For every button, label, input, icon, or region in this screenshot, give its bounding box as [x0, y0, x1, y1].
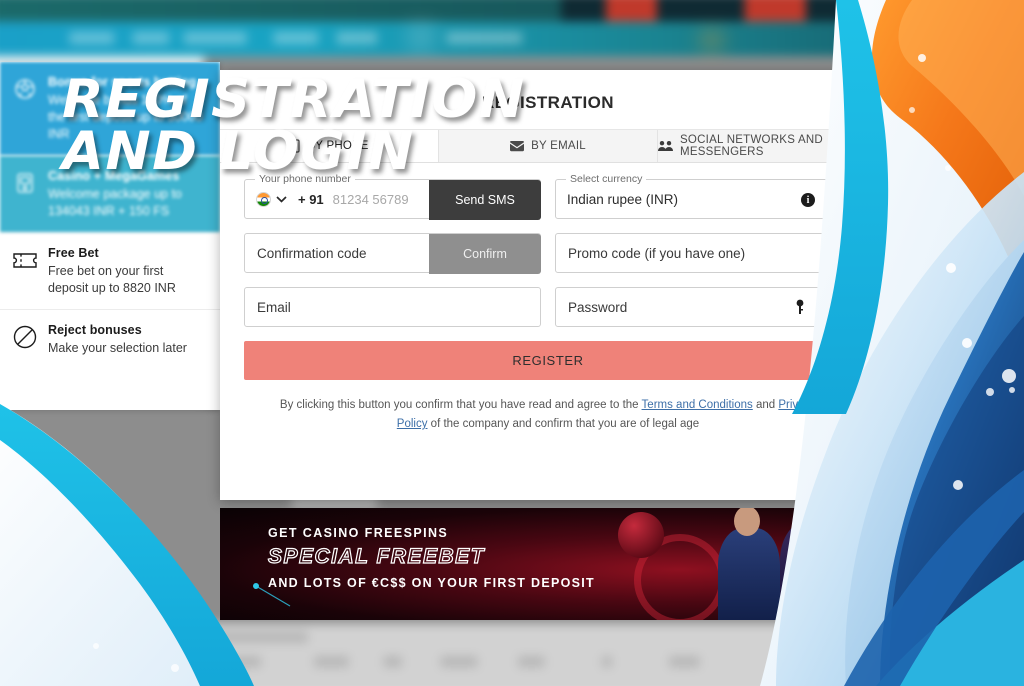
background-nav-item	[69, 31, 115, 45]
email-input[interactable]: Email	[244, 287, 541, 327]
slot-machine-icon	[12, 170, 38, 196]
background-nav-logo	[407, 23, 435, 51]
confirm-button[interactable]: Confirm	[429, 234, 541, 274]
background-table-cell	[905, 666, 967, 678]
background-data-table	[203, 623, 918, 686]
bonus-item-free-bet[interactable]: Free Bet Free bet on your first deposit …	[0, 233, 220, 310]
password-field-wrapper: Password	[555, 287, 852, 327]
background-nav-item	[446, 31, 523, 45]
tab-social-networks-label: SOCIAL NETWORKS AND MESSENGERS	[680, 134, 823, 158]
phone-field-wrapper: Your phone number + 91 81234 56789 Send …	[244, 173, 541, 220]
form-row-confirm-promo: Confirmation code Confirm Promo code (if…	[244, 233, 852, 274]
currency-select[interactable]: Select currency Indian rupee (INR) i	[555, 173, 852, 220]
overlay-headline-line-1: REGISTRATION	[62, 69, 526, 130]
confirmation-code-input[interactable]: Confirmation code Confirm	[244, 233, 541, 274]
email-field-wrapper: Email	[244, 287, 541, 327]
bonus-item-subtitle: Welcome package up to 134043 INR + 150 F…	[48, 187, 182, 218]
register-button[interactable]: REGISTER	[244, 341, 852, 380]
confirmation-field-wrapper: Confirmation code Confirm	[244, 233, 541, 274]
password-field-icons	[795, 288, 839, 328]
india-flag-icon	[256, 191, 271, 207]
promo-banner[interactable]: GET CASINO FREESPINS SPECIAL FREEBET AND…	[220, 508, 876, 620]
bonus-item-title: Free Bet	[48, 246, 99, 260]
overlay-headline: REGISTRATION AND LOGIN	[62, 73, 524, 178]
ticket-icon	[12, 247, 38, 273]
info-icon[interactable]: i	[801, 193, 815, 207]
background-accent-dot	[889, 0, 902, 18]
eye-off-icon[interactable]	[821, 300, 839, 317]
currency-field-legend: Select currency	[566, 173, 647, 185]
terms-text-before: By clicking this button you confirm that…	[279, 399, 642, 411]
terms-text-after: of the company and confirm that you are …	[427, 418, 700, 430]
tab-by-email-label: BY EMAIL	[531, 140, 586, 152]
people-group-icon	[658, 140, 673, 152]
promo-field-wrapper: Promo code (if you have one)	[555, 233, 852, 273]
background-nav-item	[132, 31, 170, 45]
dial-code: + 91	[298, 191, 324, 207]
banner-glow-decor	[253, 583, 291, 607]
promo-code-input[interactable]: Promo code (if you have one)	[555, 233, 852, 273]
promo-code-placeholder: Promo code (if you have one)	[568, 245, 746, 261]
key-icon[interactable]	[795, 299, 805, 318]
tab-social-networks[interactable]: SOCIAL NETWORKS AND MESSENGERS	[658, 130, 876, 162]
background-nav-item	[336, 31, 378, 45]
background-table-cell	[518, 656, 545, 668]
terms-disclaimer: By clicking this button you confirm that…	[244, 380, 852, 434]
bonus-item-subtitle: Free bet on your first deposit up to 882…	[48, 264, 176, 295]
background-accent-dot	[703, 33, 721, 47]
chevron-down-icon	[276, 190, 287, 208]
currency-field-wrapper: Select currency Indian rupee (INR) i	[555, 173, 852, 220]
ban-circle-icon	[12, 324, 38, 350]
phone-number-value: 81234 56789	[332, 191, 409, 207]
password-placeholder: Password	[568, 299, 628, 315]
currency-value: Indian rupee (INR)	[567, 191, 679, 207]
bonus-item-title: Reject bonuses	[48, 323, 142, 337]
country-selector[interactable]: + 91	[245, 190, 324, 208]
bonus-item-reject[interactable]: Reject bonuses Make your selection later	[0, 310, 220, 369]
chevron-down-icon[interactable]	[827, 191, 840, 209]
football-icon	[12, 76, 38, 102]
background-table-cell	[216, 631, 308, 643]
background-nav-item	[183, 31, 247, 45]
form-row-phone-currency: Your phone number + 91 81234 56789 Send …	[244, 173, 852, 220]
bonus-item-subtitle: Make your selection later	[48, 341, 187, 355]
background-table-cell	[383, 656, 402, 668]
overlay-headline-line-2: AND LOGIN	[62, 121, 415, 182]
background-table-cell	[440, 656, 478, 668]
send-sms-button[interactable]: Send SMS	[429, 180, 541, 220]
confirmation-code-placeholder: Confirmation code	[257, 245, 367, 261]
screenshot-root: Bonus for sports betting Welcome bonus 1…	[0, 0, 1024, 686]
background-table-cell	[669, 656, 700, 668]
terms-and-conditions-link[interactable]: Terms and Conditions	[642, 399, 753, 411]
phone-input[interactable]: Your phone number + 91 81234 56789 Send …	[244, 173, 541, 220]
background-nav-item	[273, 31, 319, 45]
registration-form: Your phone number + 91 81234 56789 Send …	[220, 163, 876, 434]
background-table-cell	[314, 656, 349, 668]
terms-text-between: and	[752, 399, 779, 411]
background-topbar-promo-1	[605, 0, 657, 22]
form-row-email-password: Email Password	[244, 287, 852, 327]
background-table-cell	[232, 656, 262, 668]
password-input[interactable]: Password	[555, 287, 852, 327]
currency-field-icons: i	[801, 180, 840, 220]
email-placeholder: Email	[257, 299, 291, 315]
background-table-cell	[601, 656, 612, 668]
background-topbar-promo-2	[744, 0, 806, 22]
